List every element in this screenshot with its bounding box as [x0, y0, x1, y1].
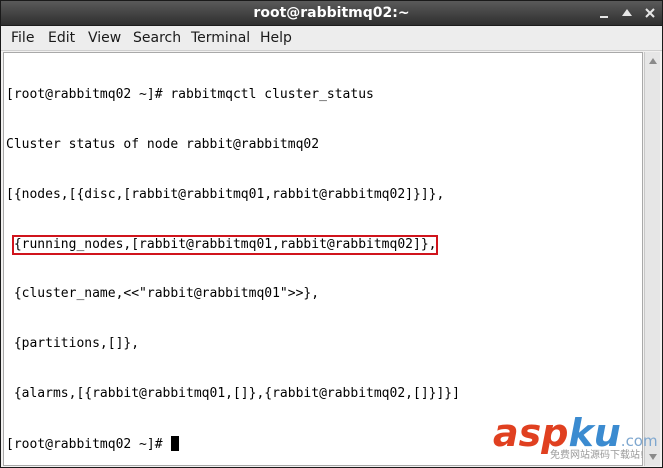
- terminal-prompt: [root@rabbitmq02 ~]#: [6, 436, 171, 452]
- watermark-logo: aspku.com 免费网站源码下载站!: [493, 413, 661, 467]
- maximize-button[interactable]: [619, 5, 635, 21]
- terminal-line: [root@rabbitmq02 ~]# rabbitmqctl cluster…: [6, 87, 374, 103]
- window-title: root@rabbitmq02:~: [253, 5, 410, 21]
- watermark-com: .com: [620, 432, 658, 450]
- watermark-subtitle: 免费网站源码下载站!: [550, 450, 645, 461]
- menu-help[interactable]: Help: [260, 30, 292, 46]
- terminal-line-highlighted: {running_nodes,[rabbit@rabbitmq01,rabbit…: [6, 234, 460, 256]
- terminal-line: {cluster_name,<<"rabbit@rabbitmq01">>},: [6, 286, 320, 302]
- menu-view[interactable]: View: [88, 30, 121, 46]
- terminal-line: Cluster status of node rabbit@rabbitmq02: [6, 136, 320, 152]
- vertical-scrollbar[interactable]: [644, 52, 660, 466]
- maximize-icon: [622, 9, 632, 16]
- watermark-asp: asp: [493, 411, 569, 455]
- minimize-icon: [600, 16, 608, 18]
- menu-edit[interactable]: Edit: [48, 30, 75, 46]
- terminal-window: root@rabbitmq02:~ File Edit View Search …: [0, 0, 663, 468]
- menu-file[interactable]: File: [11, 30, 34, 46]
- terminal-output[interactable]: [root@rabbitmq02 ~]# rabbitmqctl cluster…: [3, 52, 643, 466]
- watermark-ku: ku: [568, 411, 621, 455]
- terminal-line: {alarms,[{rabbit@rabbitmq01,[]},{rabbit@…: [6, 385, 460, 401]
- title-bar[interactable]: root@rabbitmq02:~: [1, 1, 662, 26]
- terminal-line: [{nodes,[{disc,[rabbit@rabbitmq01,rabbit…: [6, 186, 445, 202]
- highlight-box: {running_nodes,[rabbit@rabbitmq01,rabbit…: [11, 234, 439, 256]
- menu-terminal[interactable]: Terminal: [191, 30, 250, 46]
- text-cursor: [171, 435, 180, 451]
- chevron-up-icon[interactable]: [648, 57, 658, 65]
- terminal-line: {partitions,[]},: [6, 336, 140, 352]
- menu-search[interactable]: Search: [133, 30, 181, 46]
- menu-bar: File Edit View Search Terminal Help: [1, 26, 662, 51]
- close-button[interactable]: [642, 5, 658, 21]
- terminal-prompt-line: [root@rabbitmq02 ~]#: [6, 435, 460, 453]
- close-icon: [645, 8, 655, 18]
- minimize-button[interactable]: [596, 5, 612, 21]
